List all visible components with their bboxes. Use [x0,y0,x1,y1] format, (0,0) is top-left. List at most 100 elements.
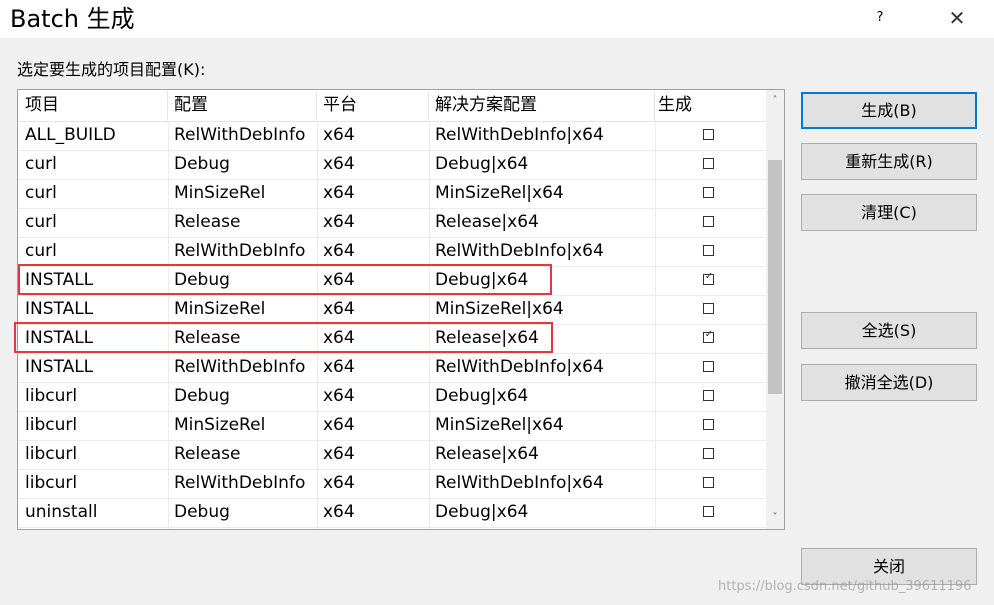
table-row[interactable]: libcurl Release x64 Release|x64 [18,440,766,470]
cell-platform: x64 [323,212,355,232]
cell-build [658,150,766,179]
header-platform[interactable]: 平台 [317,91,429,121]
table-row[interactable]: uninstall Debug x64 Debug|x64 [18,498,766,528]
build-checkbox[interactable] [703,477,714,488]
build-checkbox[interactable] [703,245,714,256]
deselect-all-button[interactable]: 撤消全选(D) [801,364,977,401]
header-build[interactable]: 生成 [655,91,766,121]
cell-project: libcurl [25,473,78,493]
cell-platform: x64 [323,502,355,522]
cell-project: curl [25,212,57,232]
table-row[interactable]: libcurl RelWithDebInfo x64 RelWithDebInfo|x… [18,469,766,499]
cell-project: curl [25,183,57,203]
scroll-thumb[interactable] [768,160,782,394]
cell-platform: x64 [323,299,355,319]
vertical-scrollbar[interactable]: ˄ ˅ [766,90,784,529]
build-checkbox[interactable] [703,361,714,372]
project-config-grid[interactable]: 项目 配置 平台 解决方案配置 生成 ALL_BUILD RelWithDebIn… [17,89,785,530]
cell-platform: x64 [323,328,355,348]
checkmark-icon [704,241,714,251]
cell-solution-config: RelWithDebInfo|x64 [435,241,604,261]
cell-solution-config: MinSizeRel|x64 [435,415,564,435]
cell-config: MinSizeRel [174,415,266,435]
table-row[interactable]: INSTALL Debug x64 Debug|x64 ✓ [18,266,766,296]
table-row[interactable]: ALL_BUILD RelWithDebInfo x64 RelWithDebInfo… [18,121,766,151]
cell-solution-config: Release|x64 [435,212,539,232]
help-button[interactable]: ? [868,6,892,30]
cell-build [658,208,766,237]
select-all-button[interactable]: 全选(S) [801,312,977,349]
project-config-label: 选定要生成的项目配置(K): [17,60,206,79]
close-icon[interactable]: ✕ [940,4,974,32]
cell-project: uninstall [25,502,98,522]
clean-button[interactable]: 清理(C) [801,194,977,231]
build-checkbox[interactable] [703,158,714,169]
cell-project: libcurl [25,415,78,435]
cell-project: libcurl [25,444,78,464]
cell-solution-config: Debug|x64 [435,270,529,290]
cell-project: INSTALL [25,270,94,290]
cell-config: Release [174,444,241,464]
checkmark-icon [704,357,714,367]
cell-build [658,353,766,382]
cell-platform: x64 [323,473,355,493]
scroll-down-icon[interactable]: ˅ [766,509,784,527]
build-checkbox[interactable]: ✓ [703,271,714,285]
cell-build: ✓ [658,324,766,353]
cell-config: MinSizeRel [174,183,266,203]
cell-platform: x64 [323,183,355,203]
grid-header: 项目 配置 平台 解决方案配置 生成 [18,91,766,122]
table-row[interactable]: curl Debug x64 Debug|x64 [18,150,766,180]
cell-solution-config: MinSizeRel|x64 [435,183,564,203]
table-row[interactable]: libcurl MinSizeRel x64 MinSizeRel|x64 [18,411,766,441]
cell-build [658,498,766,527]
header-solution-config[interactable]: 解决方案配置 [429,91,655,121]
cell-config: RelWithDebInfo [174,241,306,261]
checkmark-icon [704,125,714,135]
checkmark-icon [704,299,714,309]
cell-solution-config: Debug|x64 [435,386,529,406]
build-checkbox[interactable] [703,303,714,314]
cell-solution-config: Debug|x64 [435,502,529,522]
header-project[interactable]: 项目 [18,91,168,121]
checkmark-icon: ✓ [704,329,714,340]
cell-project: INSTALL [25,357,94,377]
build-checkbox[interactable] [703,129,714,140]
build-checkbox[interactable] [703,216,714,227]
table-row[interactable]: curl MinSizeRel x64 MinSizeRel|x64 [18,179,766,209]
header-config[interactable]: 配置 [168,91,317,121]
cell-config: RelWithDebInfo [174,125,306,145]
table-row[interactable]: INSTALL MinSizeRel x64 MinSizeRel|x64 [18,295,766,325]
build-checkbox[interactable] [703,419,714,430]
cell-build [658,440,766,469]
table-row[interactable]: INSTALL Release x64 Release|x64 ✓ [18,324,766,354]
table-row[interactable]: curl Release x64 Release|x64 [18,208,766,238]
table-row[interactable]: curl RelWithDebInfo x64 RelWithDebInfo|x64 [18,237,766,267]
build-button[interactable]: 生成(B) [801,92,977,129]
checkmark-icon [704,154,714,164]
checkmark-icon [704,386,714,396]
cell-config: MinSizeRel [174,299,266,319]
cell-platform: x64 [323,386,355,406]
cell-solution-config: RelWithDebInfo|x64 [435,125,604,145]
build-checkbox[interactable] [703,187,714,198]
table-row[interactable]: INSTALL RelWithDebInfo x64 RelWithDebInfo|x… [18,353,766,383]
table-row[interactable]: libcurl Debug x64 Debug|x64 [18,382,766,412]
cell-platform: x64 [323,125,355,145]
watermark: https://blog.csdn.net/github_39611196 [718,579,972,594]
cell-solution-config: Release|x64 [435,328,539,348]
cell-build [658,179,766,208]
scroll-up-icon[interactable]: ˄ [766,92,784,110]
checkmark-icon [704,502,714,512]
checkmark-icon [704,183,714,193]
cell-project: libcurl [25,386,78,406]
build-checkbox[interactable] [703,390,714,401]
build-checkbox[interactable] [703,448,714,459]
cell-solution-config: MinSizeRel|x64 [435,299,564,319]
checkmark-icon [704,212,714,222]
rebuild-button[interactable]: 重新生成(R) [801,143,977,180]
cell-build [658,295,766,324]
build-checkbox[interactable] [703,506,714,517]
cell-platform: x64 [323,241,355,261]
build-checkbox[interactable]: ✓ [703,329,714,343]
